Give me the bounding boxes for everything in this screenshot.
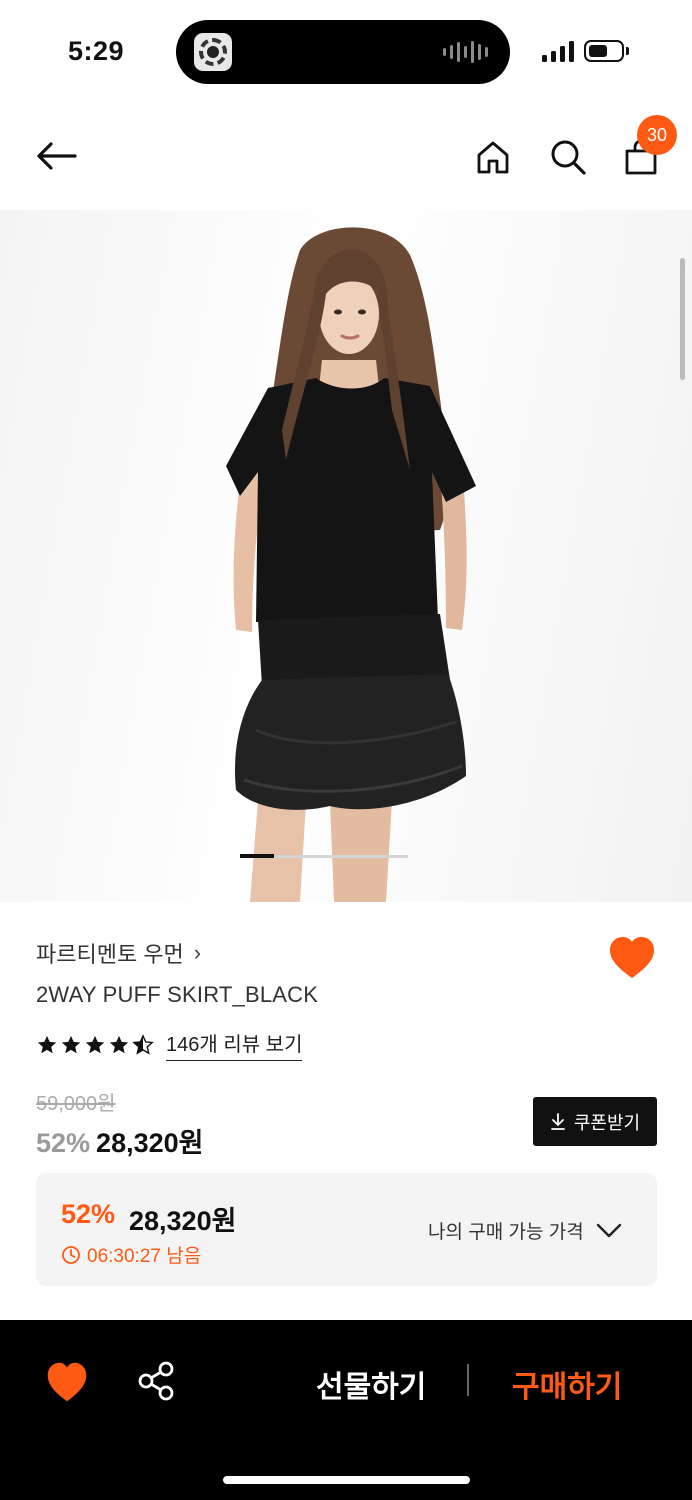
discount-rate: 52% [36, 1128, 91, 1158]
search-button[interactable] [543, 132, 593, 182]
price-row: 52% 28,320원 [36, 1121, 203, 1160]
now-playing-app-icon [194, 33, 232, 71]
chevron-down-icon [596, 1223, 621, 1237]
cart-count-badge: 30 [637, 115, 677, 155]
my-price-toggle[interactable]: 나의 구매 가능 가격 [428, 1217, 622, 1244]
brand-link[interactable]: 파르티멘토 우먼 › [36, 937, 201, 969]
my-price-panel[interactable]: 52% 28,320원 06:30:27 남음 나의 구매 가능 가격 [36, 1173, 657, 1286]
image-pager-active [240, 854, 274, 858]
bottom-action-bar: 선물하기 구매하기 [0, 1320, 692, 1500]
status-time: 5:29 [68, 36, 125, 66]
download-icon [550, 1112, 565, 1130]
timer-text: 06:30:27 남음 [87, 1246, 202, 1267]
rating-stars [36, 1033, 154, 1056]
buy-button[interactable]: 구매하기 [512, 1362, 622, 1406]
star-filled-icon [61, 1035, 81, 1053]
sale-price: 28,320원 [96, 1128, 204, 1158]
home-indicator[interactable] [223, 1476, 470, 1484]
share-icon [138, 1361, 174, 1401]
status-bar: 5:29 [0, 0, 692, 100]
coupon-label: 쿠폰받기 [573, 1112, 641, 1133]
cellular-signal-icon [542, 40, 574, 62]
product-image-carousel[interactable] [0, 210, 692, 902]
wishlist-button[interactable] [604, 930, 660, 986]
my-discount-rate: 52% [61, 1199, 116, 1229]
clock-icon [62, 1245, 80, 1264]
my-price: 28,320원 [129, 1206, 237, 1236]
top-nav [0, 110, 692, 202]
brand-name: 파르티멘토 우먼 [36, 942, 184, 967]
my-price-label: 나의 구매 가능 가격 [428, 1222, 584, 1243]
home-button[interactable] [468, 132, 518, 182]
audio-waveform-icon [443, 40, 488, 64]
heart-icon [47, 1362, 87, 1402]
heart-icon [610, 937, 654, 978]
original-price: 59,000원 [36, 1093, 116, 1115]
back-arrow-icon [37, 142, 77, 170]
star-filled-icon [109, 1035, 129, 1053]
bottom-like-button[interactable] [40, 1356, 94, 1406]
chevron-right-icon: › [193, 940, 202, 965]
rating-row: 146개 리뷰 보기 [36, 1028, 303, 1061]
gift-button[interactable]: 선물하기 [316, 1362, 426, 1406]
star-filled-icon [37, 1035, 57, 1053]
star-half-icon [132, 1033, 154, 1055]
coupon-download-button[interactable]: 쿠폰받기 [533, 1097, 657, 1146]
battery-icon [584, 40, 624, 62]
home-icon [477, 141, 509, 174]
back-button[interactable] [28, 132, 84, 180]
image-scrollbar[interactable] [680, 258, 685, 380]
star-filled-icon [85, 1035, 105, 1053]
image-pager [240, 854, 408, 858]
product-name: 2WAY PUFF SKIRT_BLACK [36, 982, 319, 1007]
share-button[interactable] [132, 1356, 182, 1406]
divider [467, 1364, 469, 1396]
search-icon [551, 140, 586, 175]
review-link[interactable]: 146개 리뷰 보기 [166, 1028, 303, 1061]
dynamic-island [176, 20, 510, 84]
product-photo [226, 227, 476, 902]
sale-timer: 06:30:27 남음 [61, 1241, 201, 1268]
